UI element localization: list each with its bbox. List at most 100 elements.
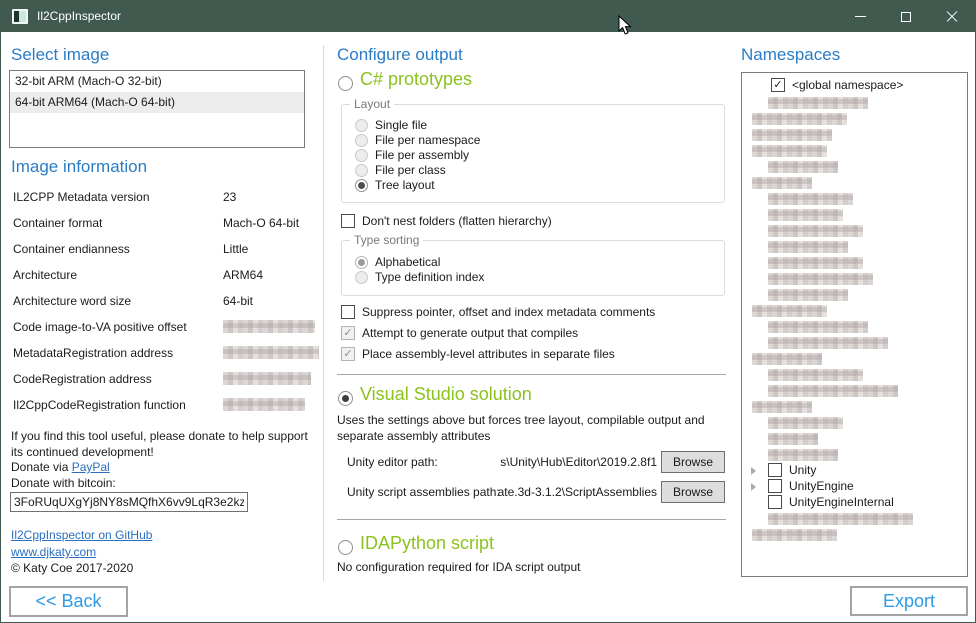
info-value: 23 [223,190,236,204]
flatten-checkbox-label[interactable]: Don't nest folders (flatten hierarchy) [362,214,552,228]
namespace-item-redacted[interactable] [768,97,868,109]
unity-checkbox[interactable] [768,463,782,477]
unity-editor-browse-button[interactable]: Browse [661,451,725,473]
redacted-value [223,398,305,411]
namespace-item-redacted[interactable] [768,161,838,173]
namespace-item-redacted[interactable] [768,321,868,333]
namespace-item-redacted[interactable] [768,385,898,397]
namespace-item-redacted[interactable] [768,449,838,461]
layout-option-label[interactable]: Single file [375,118,427,132]
minimize-button[interactable] [837,1,883,32]
layout-option-label[interactable]: Tree layout [375,178,435,192]
layout-radio-file-per-assembly[interactable] [355,149,368,162]
unity-assemblies-path-value[interactable]: ate.3d-3.1.2\ScriptAssemblies [441,485,657,499]
image-list-item-selected[interactable]: 64-bit ARM64 (Mach-O 64-bit) [10,92,304,113]
csharp-prototypes-radio[interactable] [338,76,353,91]
info-label: Architecture word size [13,294,131,308]
namespace-item-redacted[interactable] [752,353,822,365]
idapython-description: No configuration required for IDA script… [337,560,580,574]
idapython-label[interactable]: IDAPython script [360,533,494,554]
namespace-item-redacted[interactable] [768,513,913,525]
namespace-item-redacted[interactable] [768,209,843,221]
layout-option-label[interactable]: File per class [375,163,446,177]
suppress-comments-checkbox[interactable] [341,305,355,319]
global-namespace-label[interactable]: <global namespace> [792,78,903,92]
title-bar[interactable]: Il2CppInspector [1,1,975,32]
suppress-comments-label[interactable]: Suppress pointer, offset and index metad… [362,305,655,319]
unityengineinternal-checkbox[interactable] [768,495,782,509]
global-namespace-checkbox[interactable] [771,78,785,92]
donate-via-prefix: Donate via [11,460,72,474]
section-separator [337,519,726,520]
namespace-item-redacted[interactable] [768,193,853,205]
info-row: Container format Mach-O 64-bit [13,216,308,232]
export-button[interactable]: Export [850,586,968,616]
namespace-item-redacted[interactable] [752,401,812,413]
sorting-option-label[interactable]: Type definition index [375,270,484,284]
bitcoin-address-input[interactable] [10,492,248,512]
info-row: Il2CppCodeRegistration function [13,398,308,414]
unityengineinternal-label[interactable]: UnityEngineInternal [789,495,894,509]
namespace-item-redacted[interactable] [752,305,827,317]
visual-studio-label[interactable]: Visual Studio solution [360,384,532,405]
unityengine-label[interactable]: UnityEngine [789,479,854,493]
info-row: MetadataRegistration address [13,346,308,362]
maximize-icon [901,12,911,22]
visual-studio-description: Uses the settings above but forces tree … [337,412,715,444]
info-label: CodeRegistration address [13,372,152,386]
namespace-item-redacted[interactable] [752,113,847,125]
namespace-item-redacted[interactable] [768,241,848,253]
unity-label[interactable]: Unity [789,463,816,477]
info-value: Mach-O 64-bit [223,216,299,230]
namespace-item-redacted[interactable] [768,257,863,269]
close-button[interactable] [929,1,975,32]
visual-studio-radio[interactable] [338,391,353,406]
sorting-radio-alphabetical[interactable] [355,256,368,269]
back-button[interactable]: << Back [9,586,128,617]
layout-radio-file-per-class[interactable] [355,164,368,177]
compilable-output-label[interactable]: Attempt to generate output that compiles [362,326,578,340]
namespace-item-redacted[interactable] [752,529,837,541]
namespaces-listbox[interactable]: <global namespace> Unity UnityEngine Uni… [741,72,968,577]
namespace-item-redacted[interactable] [752,145,827,157]
layout-option-label[interactable]: File per namespace [375,133,480,147]
compilable-output-checkbox[interactable] [341,326,355,340]
unity-editor-path-value[interactable]: s\Unity\Hub\Editor\2019.2.8f1 [441,455,657,469]
website-link[interactable]: www.djkaty.com [11,545,96,559]
unity-assemblies-browse-button[interactable]: Browse [661,481,725,503]
flatten-checkbox[interactable] [341,214,355,228]
image-listbox: 32-bit ARM (Mach-O 32-bit) 64-bit ARM64 … [9,70,305,148]
app-icon [12,9,28,24]
paypal-link[interactable]: PayPal [72,460,110,474]
namespace-item-redacted[interactable] [768,225,863,237]
image-list-item[interactable]: 32-bit ARM (Mach-O 32-bit) [10,71,304,92]
layout-radio-tree-layout[interactable] [355,179,368,192]
separate-attributes-checkbox[interactable] [341,347,355,361]
separate-attributes-label[interactable]: Place assembly-level attributes in separ… [362,347,615,361]
idapython-radio[interactable] [338,540,353,555]
info-row: Container endianness Little [13,242,308,258]
github-link[interactable]: Il2CppInspector on GitHub [11,528,152,542]
expander-icon[interactable] [751,467,756,475]
namespace-item-redacted[interactable] [752,129,832,141]
expander-icon[interactable] [751,483,756,491]
unityengine-checkbox[interactable] [768,479,782,493]
namespace-item-redacted[interactable] [752,177,812,189]
layout-radio-single-file[interactable] [355,119,368,132]
namespace-item-redacted[interactable] [768,417,843,429]
namespace-item-redacted[interactable] [768,369,863,381]
sorting-radio-type-definition-index[interactable] [355,271,368,284]
namespace-item-redacted[interactable] [768,289,848,301]
layout-radio-file-per-namespace[interactable] [355,134,368,147]
namespace-item-redacted[interactable] [768,273,873,285]
layout-option-label[interactable]: File per assembly [375,148,469,162]
redacted-value [223,372,311,385]
redacted-value [223,346,319,359]
sorting-option-label[interactable]: Alphabetical [375,255,440,269]
maximize-button[interactable] [883,1,929,32]
configure-output-heading: Configure output [337,45,463,65]
namespace-item-redacted[interactable] [768,433,818,445]
csharp-prototypes-label[interactable]: C# prototypes [360,69,472,90]
namespace-item-redacted[interactable] [768,337,888,349]
donate-via-line: Donate via PayPal [11,460,110,474]
